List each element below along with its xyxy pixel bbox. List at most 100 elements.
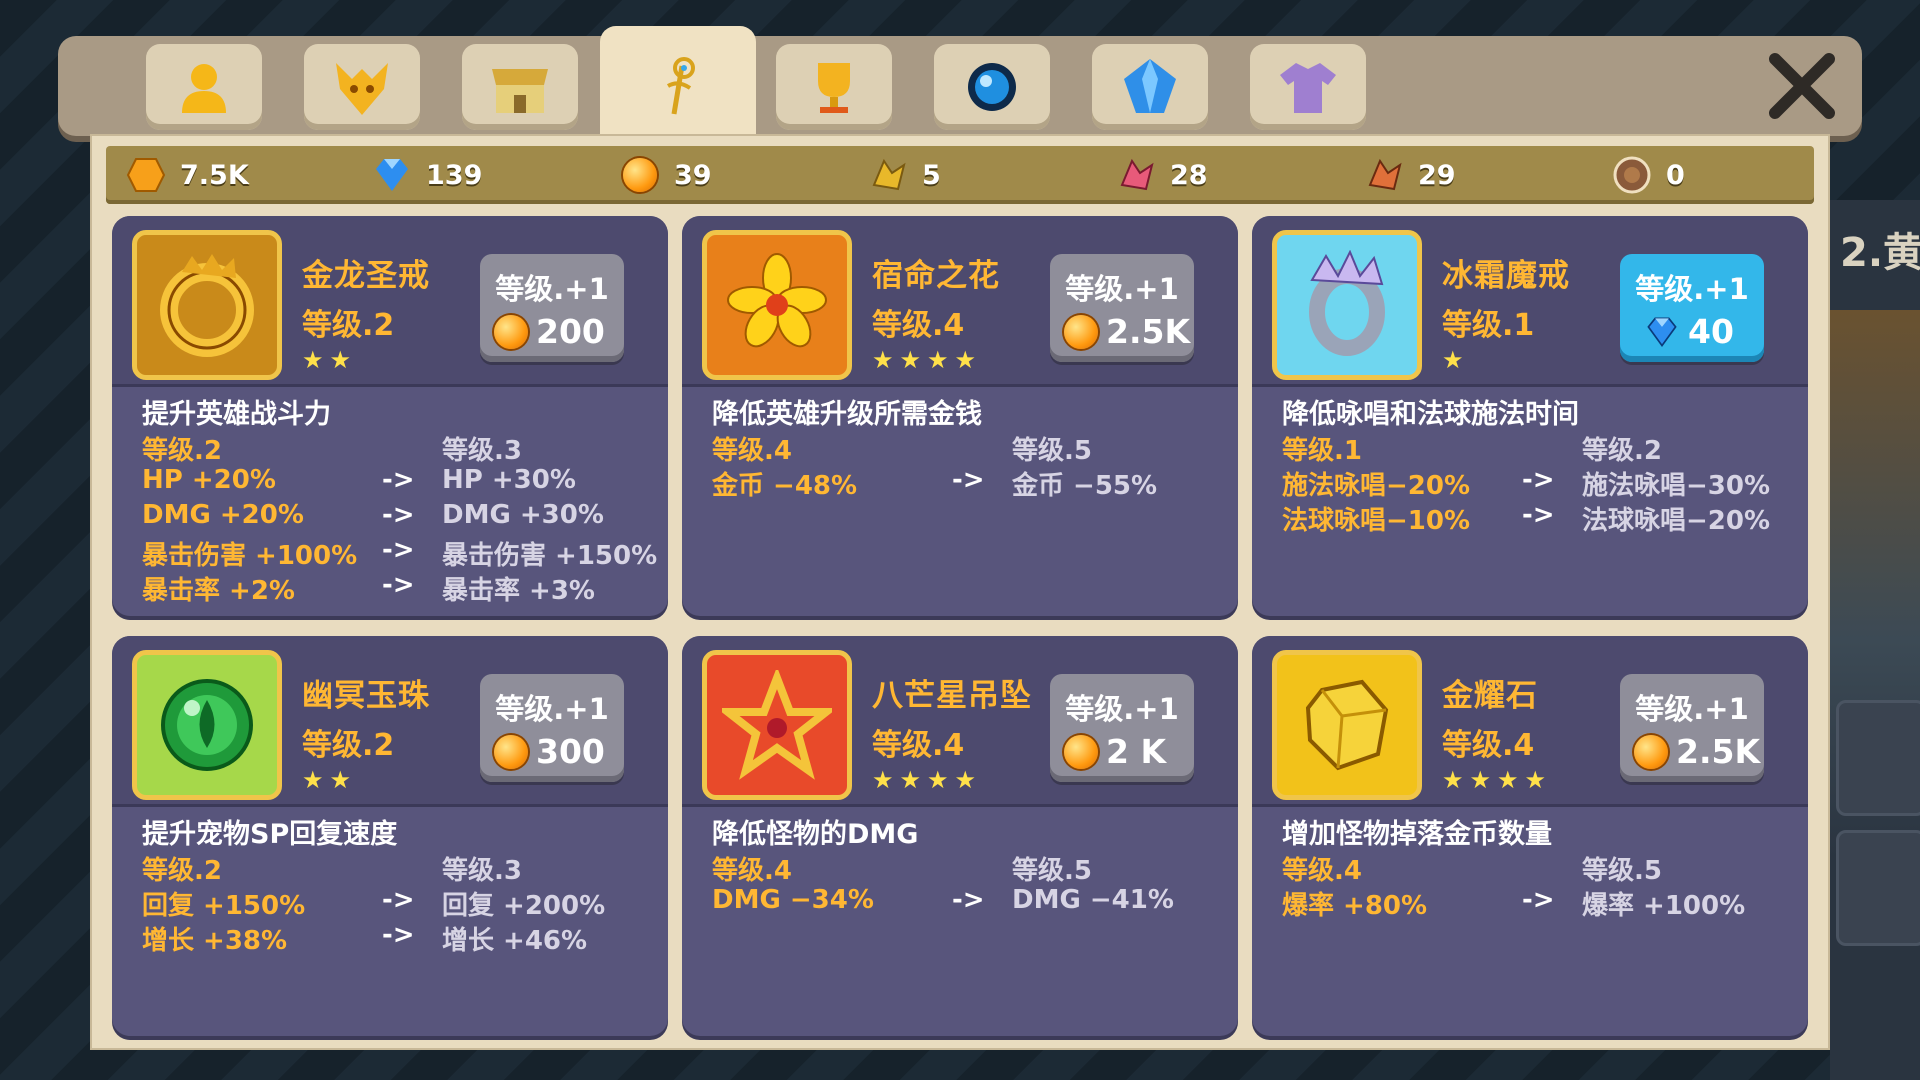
close-icon: [1769, 53, 1835, 119]
stat-table: 等级.2 等级.3 回复 +150% -> 回复 +200% 增长 +38% -> 增长 …: [142, 850, 652, 956]
brown-token-icon: [1612, 155, 1652, 195]
tab-dragon[interactable]: [304, 44, 420, 130]
upgrade-label: 等级.+1: [1635, 692, 1749, 726]
tab-costume[interactable]: [1250, 44, 1366, 130]
stat-table: 等级.1 等级.2 施法咏唱−20% -> 施法咏唱−30% 法球咏唱−10% -> 法球…: [1282, 430, 1792, 536]
stat-row: 暴击伤害 +100% -> 暴击伤害 +150%: [142, 535, 657, 571]
artifact-description: 降低英雄升级所需金钱: [712, 399, 982, 430]
golden-stone-icon: [1272, 650, 1422, 800]
star-rating: ★★★★: [1442, 766, 1553, 794]
orb-icon: [968, 63, 1016, 111]
current-level-header: 等级.4: [1282, 856, 1362, 886]
tab-gem[interactable]: [1092, 44, 1208, 130]
arrow: ->: [382, 920, 415, 950]
resource-token: 0: [1612, 146, 1685, 204]
star-rating: ★★: [302, 346, 358, 374]
next-level-header: 等级.5: [1582, 856, 1662, 886]
resource-value: 28: [1170, 159, 1208, 191]
artifact-level: 等级.1: [1442, 308, 1535, 343]
stat-current: DMG +20%: [142, 500, 304, 530]
artifact-name: 宿命之花: [872, 258, 1000, 294]
side-panel: 2.黄|: [1830, 200, 1920, 1080]
tab-trophy[interactable]: [776, 44, 892, 130]
next-level-header: 等级.3: [442, 436, 522, 466]
stat-current: 法球咏唱−10%: [1282, 506, 1471, 536]
stat-next: 法球咏唱−20%: [1582, 506, 1771, 536]
stat-next: 施法咏唱−30%: [1582, 471, 1771, 501]
stat-row: 施法咏唱−20% -> 施法咏唱−30%: [1282, 465, 1792, 501]
orange-orb-icon: [494, 314, 528, 349]
tab-artifacts[interactable]: [600, 26, 756, 146]
stat-next: 金币 −55%: [1012, 471, 1158, 501]
upgrade-button[interactable]: 等级.+1 300: [480, 674, 624, 782]
tab-hero[interactable]: [146, 44, 262, 130]
resource-value: 39: [674, 159, 712, 191]
stat-next: 回复 +200%: [442, 891, 606, 921]
stat-current: 暴击伤害 +100%: [142, 541, 358, 571]
artifact-name: 金龙圣戒: [302, 258, 430, 294]
artifact-name: 八芒星吊坠: [872, 678, 1032, 714]
diamond-icon: [372, 155, 412, 195]
stat-row: 暴击率 +2% -> 暴击率 +3%: [142, 570, 652, 606]
octagram-pendant-icon: [702, 650, 852, 800]
fate-flower-icon: [702, 230, 852, 380]
stat-row: DMG −34% -> DMG −41%: [712, 885, 1222, 920]
stat-next: HP +30%: [442, 465, 576, 495]
side-panel-card[interactable]: [1836, 700, 1920, 816]
stat-row: DMG +20% -> DMG +30%: [142, 500, 652, 535]
orange-orb-icon: [620, 155, 660, 195]
upgrade-label: 等级.+1: [1065, 272, 1179, 306]
side-panel-card[interactable]: [1836, 830, 1920, 946]
resource-value: 0: [1666, 159, 1685, 191]
resource-gold: 7.5K: [126, 146, 249, 204]
red-fragment-icon: [1364, 155, 1404, 195]
upgrade-cost: 40: [1688, 312, 1734, 351]
artifact-card[interactable]: 金耀石 等级.4 ★★★★ 等级.+1 2.5K 增加怪物掉落金币数量 等级.4…: [1252, 636, 1808, 1036]
upgrade-button[interactable]: 等级.+1 2.5K: [1620, 674, 1764, 782]
upgrade-button[interactable]: 等级.+1 2.5K: [1050, 254, 1194, 362]
stat-next: DMG +30%: [442, 500, 604, 530]
resource-value: 139: [426, 159, 483, 191]
artifact-card[interactable]: 金龙圣戒 等级.2 ★★ 等级.+1 200 提升英雄战斗力 等级.2 等级.3 …: [112, 216, 668, 616]
tab-orb[interactable]: [934, 44, 1050, 130]
stat-current: 暴击率 +2%: [142, 576, 295, 606]
upgrade-button[interactable]: 等级.+1 40: [1620, 254, 1764, 362]
upgrade-button[interactable]: 等级.+1 2 K: [1050, 674, 1194, 782]
frost-ring-icon: [1272, 230, 1422, 380]
resource-bar: 7.5K 139 39 5 28 29 0: [106, 146, 1814, 204]
artifact-card[interactable]: 宿命之花 等级.4 ★★★★ 等级.+1 2.5K 降低英雄升级所需金钱 等级.…: [682, 216, 1238, 616]
stat-current: 金币 −48%: [712, 471, 858, 501]
upgrade-label: 等级.+1: [495, 272, 609, 306]
stat-row: 法球咏唱−10% -> 法球咏唱−20%: [1282, 500, 1792, 536]
artifact-card[interactable]: 冰霜魔戒 等级.1 ★ 等级.+1 40 降低咏唱和法球施法时间 等级.1 等级.…: [1252, 216, 1808, 616]
stat-next: DMG −41%: [1012, 885, 1174, 915]
arrow: ->: [952, 465, 985, 495]
next-level-header: 等级.5: [1012, 856, 1092, 886]
current-level-header: 等级.2: [142, 856, 222, 886]
close-button[interactable]: [1762, 46, 1842, 126]
gem-icon: [1124, 59, 1176, 113]
resource-pink-fragment: 28: [1116, 146, 1208, 204]
tab-shop[interactable]: [462, 44, 578, 130]
upgrade-cost: 2.5K: [1106, 312, 1191, 351]
stat-row: 金币 −48% -> 金币 −55%: [712, 465, 1222, 501]
stat-table: 等级.4 等级.5 爆率 +80% -> 爆率 +100%: [1282, 850, 1792, 921]
artifact-name: 冰霜魔戒: [1442, 258, 1570, 294]
stat-row: HP +20% -> HP +30%: [142, 465, 652, 500]
artifact-card[interactable]: 八芒星吊坠 等级.4 ★★★★ 等级.+1 2 K 降低怪物的DMG 等级.4 等…: [682, 636, 1238, 1036]
resource-value: 29: [1418, 159, 1456, 191]
shop-icon: [492, 69, 548, 113]
stat-current: DMG −34%: [712, 885, 874, 915]
golden-dragon-ring-icon: [132, 230, 282, 380]
stat-next: 暴击率 +3%: [442, 576, 595, 606]
shirt-icon: [1280, 63, 1336, 113]
stat-row: 爆率 +80% -> 爆率 +100%: [1282, 885, 1792, 921]
artifact-card[interactable]: 幽冥玉珠 等级.2 ★★ 等级.+1 300 提升宠物SP回复速度 等级.2 等级…: [112, 636, 668, 1036]
star-rating: ★★★★: [872, 346, 983, 374]
gold-coin-icon: [126, 155, 166, 195]
arrow: ->: [1522, 500, 1555, 530]
next-level-header: 等级.3: [442, 856, 522, 886]
nether-jade-orb-icon: [132, 650, 282, 800]
upgrade-button[interactable]: 等级.+1 200: [480, 254, 624, 362]
stat-row: 回复 +150% -> 回复 +200%: [142, 885, 652, 921]
